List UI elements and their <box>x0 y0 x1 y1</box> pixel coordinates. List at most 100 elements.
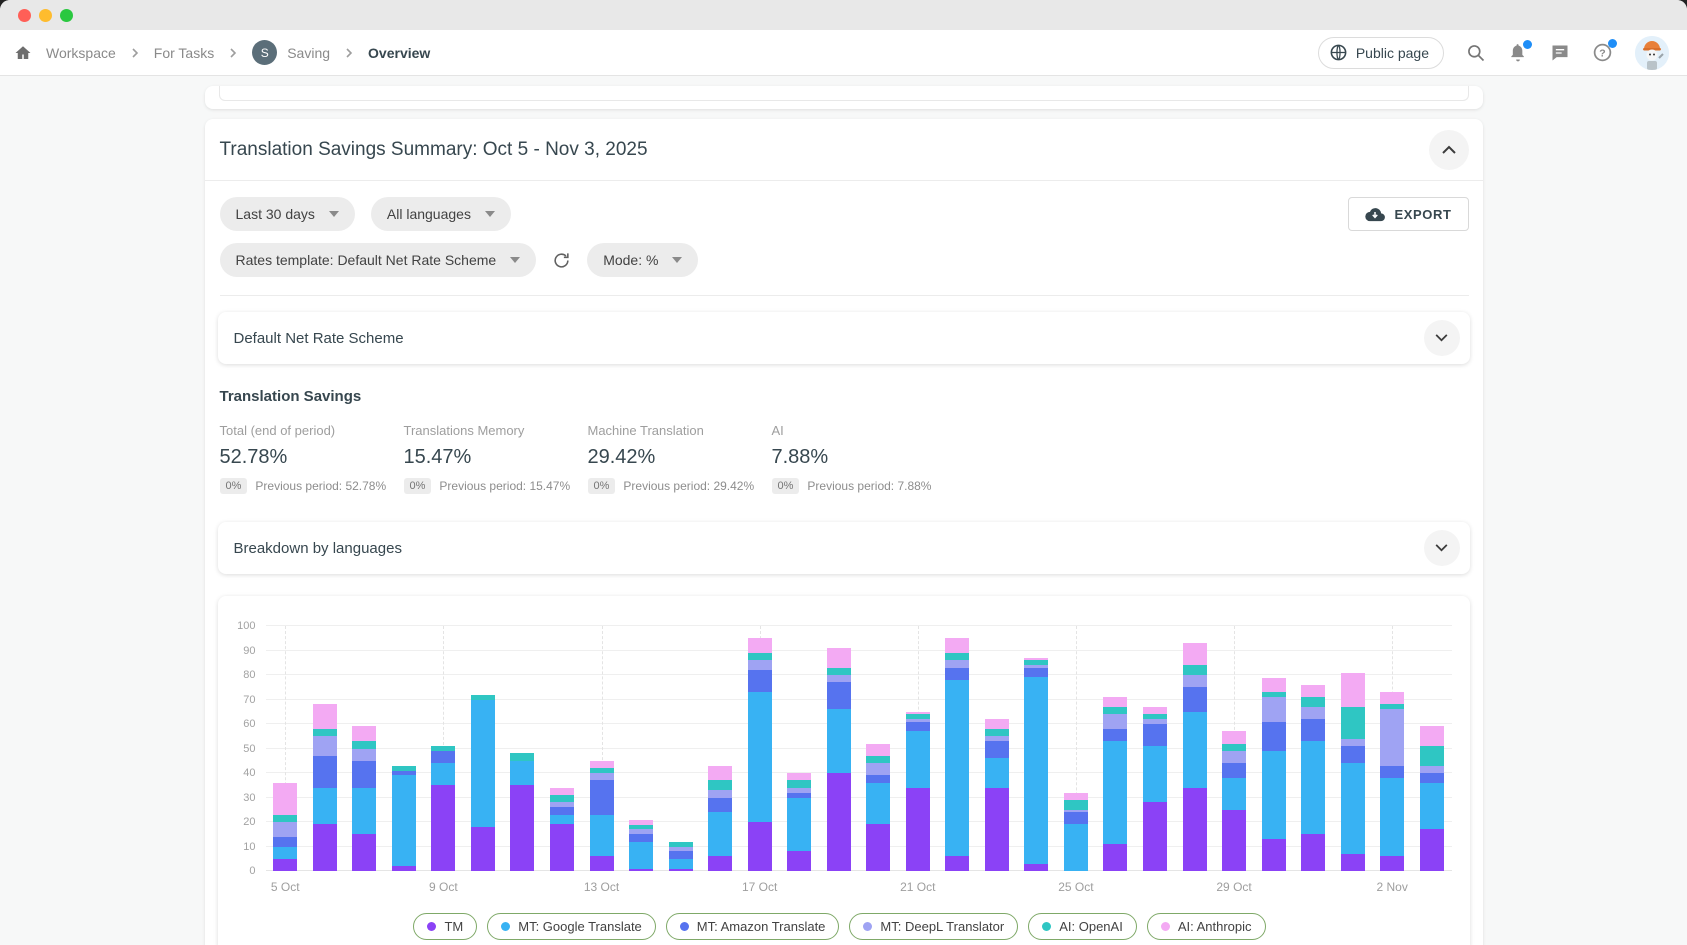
bar-segment[interactable] <box>748 660 772 670</box>
bar-segment[interactable] <box>1420 746 1444 766</box>
stacked-bar[interactable] <box>629 820 653 871</box>
bar-segment[interactable] <box>945 660 969 667</box>
bar-segment[interactable] <box>431 763 455 785</box>
stacked-bar[interactable] <box>510 753 534 871</box>
bar-segment[interactable] <box>352 726 376 741</box>
bar-segment[interactable] <box>392 775 416 866</box>
bar-segment[interactable] <box>273 783 297 815</box>
stacked-bar[interactable] <box>273 783 297 871</box>
stacked-bar[interactable] <box>945 638 969 871</box>
bar-segment[interactable] <box>1262 678 1286 693</box>
bar-segment[interactable] <box>629 834 653 841</box>
stacked-bar[interactable] <box>1420 726 1444 871</box>
bar-segment[interactable] <box>1301 685 1325 697</box>
bar-segment[interactable] <box>945 668 969 680</box>
bar-segment[interactable] <box>352 834 376 871</box>
bar-segment[interactable] <box>748 638 772 653</box>
stacked-bar[interactable] <box>1183 643 1207 871</box>
window-zoom-button[interactable] <box>60 9 73 22</box>
stacked-bar[interactable] <box>787 773 811 871</box>
bar-segment[interactable] <box>313 704 337 729</box>
legend-item[interactable]: AI: Anthropic <box>1147 913 1266 940</box>
messages-icon[interactable] <box>1550 43 1570 63</box>
bar-segment[interactable] <box>1183 788 1207 871</box>
window-minimize-button[interactable] <box>39 9 52 22</box>
stacked-bar[interactable] <box>985 719 1009 871</box>
bar-segment[interactable] <box>787 798 811 852</box>
bar-segment[interactable] <box>1024 864 1048 871</box>
rate-scheme-section[interactable]: Default Net Rate Scheme <box>218 312 1470 364</box>
bar-segment[interactable] <box>1341 854 1365 871</box>
bar-segment[interactable] <box>866 775 890 782</box>
bar-segment[interactable] <box>1341 746 1365 763</box>
bar-segment[interactable] <box>708 790 732 797</box>
bar-segment[interactable] <box>352 761 376 788</box>
home-icon[interactable] <box>14 44 32 62</box>
collapse-card-button[interactable] <box>1429 130 1469 170</box>
bar-segment[interactable] <box>1420 726 1444 746</box>
bar-segment[interactable] <box>787 780 811 787</box>
stacked-bar[interactable] <box>313 704 337 871</box>
bar-segment[interactable] <box>1420 773 1444 783</box>
bar-segment[interactable] <box>273 847 297 859</box>
expand-rate-scheme-button[interactable] <box>1424 320 1460 356</box>
bar-segment[interactable] <box>590 761 614 768</box>
export-button[interactable]: EXPORT <box>1348 197 1468 231</box>
bar-segment[interactable] <box>1380 766 1404 778</box>
bar-segment[interactable] <box>708 856 732 871</box>
bar-segment[interactable] <box>590 773 614 780</box>
legend-item[interactable]: AI: OpenAI <box>1028 913 1137 940</box>
stacked-bar[interactable] <box>708 766 732 871</box>
stacked-bar[interactable] <box>352 726 376 871</box>
bar-segment[interactable] <box>273 822 297 837</box>
stacked-bar[interactable] <box>1064 793 1088 871</box>
bar-segment[interactable] <box>866 756 890 763</box>
stacked-bar[interactable] <box>1222 731 1246 871</box>
legend-item[interactable]: MT: DeepL Translator <box>849 913 1018 940</box>
bar-segment[interactable] <box>1103 729 1127 741</box>
help-icon[interactable]: ? <box>1592 42 1613 63</box>
bar-segment[interactable] <box>1064 793 1088 800</box>
bar-segment[interactable] <box>629 869 653 871</box>
bar-segment[interactable] <box>945 856 969 871</box>
bar-segment[interactable] <box>313 788 337 825</box>
bar-segment[interactable] <box>1301 719 1325 741</box>
stacked-bar[interactable] <box>471 695 495 871</box>
legend-item[interactable]: MT: Google Translate <box>487 913 656 940</box>
stacked-bar[interactable] <box>392 766 416 871</box>
bar-segment[interactable] <box>1143 724 1167 746</box>
bar-segment[interactable] <box>1341 739 1365 746</box>
refresh-icon[interactable] <box>552 251 571 270</box>
bar-segment[interactable] <box>708 780 732 790</box>
stacked-bar[interactable] <box>550 788 574 871</box>
stacked-bar[interactable] <box>590 761 614 871</box>
breakdown-section[interactable]: Breakdown by languages <box>218 522 1470 574</box>
bar-segment[interactable] <box>906 788 930 871</box>
bar-segment[interactable] <box>1183 675 1207 687</box>
bar-segment[interactable] <box>1222 731 1246 743</box>
bar-segment[interactable] <box>1380 856 1404 871</box>
bar-segment[interactable] <box>866 744 890 756</box>
bar-segment[interactable] <box>1143 802 1167 871</box>
bar-segment[interactable] <box>985 788 1009 871</box>
stacked-bar[interactable] <box>906 712 930 871</box>
bar-segment[interactable] <box>827 773 851 871</box>
bar-segment[interactable] <box>1341 673 1365 707</box>
bar-segment[interactable] <box>1222 810 1246 871</box>
bar-segment[interactable] <box>787 773 811 780</box>
bar-segment[interactable] <box>352 749 376 761</box>
date-range-filter[interactable]: Last 30 days <box>220 197 355 231</box>
bar-segment[interactable] <box>669 851 693 858</box>
bar-segment[interactable] <box>313 756 337 788</box>
bar-segment[interactable] <box>1301 834 1325 871</box>
bar-segment[interactable] <box>1143 746 1167 802</box>
bar-segment[interactable] <box>866 824 890 871</box>
bar-segment[interactable] <box>431 785 455 871</box>
stacked-bar[interactable] <box>866 744 890 871</box>
bar-segment[interactable] <box>550 815 574 825</box>
bar-segment[interactable] <box>313 729 337 736</box>
bar-segment[interactable] <box>985 729 1009 736</box>
bar-segment[interactable] <box>471 700 495 827</box>
bar-segment[interactable] <box>748 692 772 822</box>
bar-segment[interactable] <box>1301 741 1325 834</box>
